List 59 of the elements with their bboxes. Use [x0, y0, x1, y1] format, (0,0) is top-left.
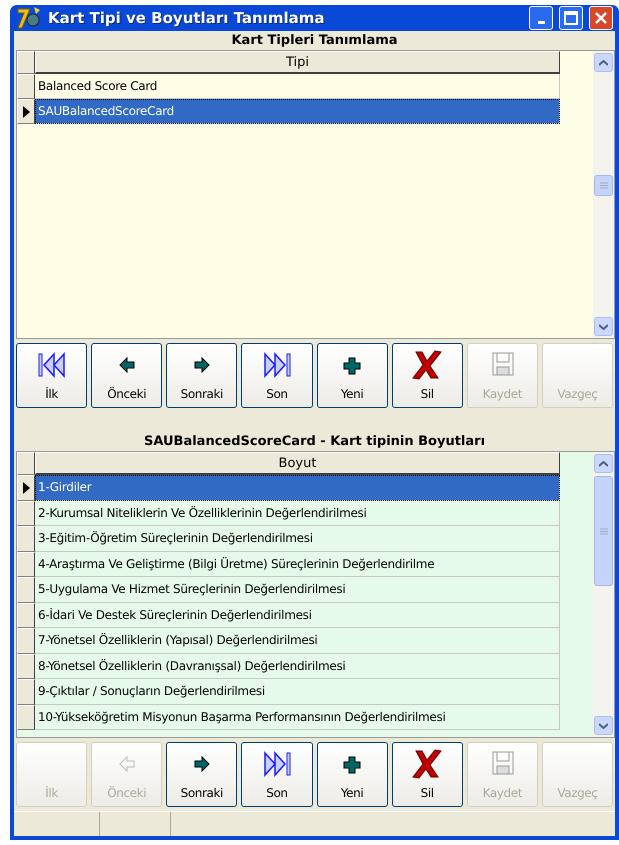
window-title: Kart Tipi ve Boyutları Tanımlama — [48, 9, 326, 27]
delete-icon — [410, 749, 444, 779]
table-cell[interactable]: 3-Eğitim-Öğretim Süreçlerinin Değerlendirilmesi — [35, 526, 560, 552]
minimize-button[interactable] — [529, 6, 553, 30]
toolbar-button[interactable]: Son — [241, 343, 312, 408]
toolbar-button[interactable]: Sil — [392, 742, 463, 807]
table-cell[interactable]: 10-Yükseköğretim Misyonun Başarma Performansının Değerlendirilmesi — [35, 704, 560, 730]
table-cell[interactable]: 9-Çıktılar / Sonuçların Değerlendirilmesi — [35, 679, 560, 704]
row-header-corner — [17, 452, 35, 475]
row-indicator[interactable] — [17, 577, 35, 602]
toolbar-button[interactable]: Önceki — [91, 343, 162, 408]
toolbar-button[interactable]: İlk — [16, 343, 88, 408]
section-title: Kart Tipleri Tanımlama — [230, 32, 399, 50]
row-indicator[interactable] — [17, 704, 35, 730]
row-indicator[interactable] — [17, 679, 35, 704]
row-indicator[interactable] — [17, 475, 35, 500]
delete-icon — [410, 350, 444, 380]
scroll-thumb[interactable] — [594, 175, 613, 196]
scroll-up-button[interactable] — [594, 53, 613, 72]
scroll-up-button[interactable] — [594, 454, 613, 473]
column-header[interactable]: Boyut — [35, 452, 560, 475]
table-cell[interactable]: 5-Uygulama Ve Hizmet Süreçlerinin Değerlendirilmesi — [35, 577, 560, 602]
table-cell[interactable]: 7-Yönetsel Özelliklerin (Yapısal) Değerlendirilmesi — [35, 628, 560, 654]
scroll-down-button[interactable] — [594, 716, 613, 735]
row-indicator[interactable] — [17, 74, 35, 99]
scroll-down-button[interactable] — [594, 317, 613, 336]
row-indicator[interactable] — [17, 552, 35, 577]
table-cell[interactable]: 4-Araştırma Ve Geliştirme (Bilgi Üretme) Süreçlerinin Değerlendirilme — [35, 552, 560, 577]
row-header-corner — [17, 51, 35, 74]
app-logo-icon — [16, 6, 42, 30]
toolbar-button[interactable]: Sonraki — [166, 343, 238, 408]
row-indicator[interactable] — [17, 602, 35, 628]
row-indicator[interactable] — [17, 99, 35, 124]
table-cell[interactable]: 8-Yönetsel Özelliklerin (Davranışsal) Değerlendirilmesi — [35, 654, 560, 679]
vertical-scrollbar[interactable] — [593, 51, 614, 338]
current-row-icon — [22, 106, 30, 118]
close-button[interactable] — [589, 6, 613, 30]
row-indicator[interactable] — [17, 654, 35, 679]
current-row-icon — [22, 482, 30, 494]
close-icon — [594, 11, 608, 25]
scroll-thumb[interactable] — [594, 476, 613, 586]
row-indicator[interactable] — [17, 526, 35, 552]
toolbar-button[interactable]: Sonraki — [166, 742, 238, 807]
table-cell[interactable]: 2-Kurumsal Niteliklerin Ve Özelliklerinin Değerlendirilmesi — [35, 500, 560, 526]
toolbar-button[interactable]: Yeni — [316, 343, 388, 408]
row-indicator[interactable] — [17, 628, 35, 654]
toolbar-button[interactable]: Son — [241, 742, 312, 807]
column-header[interactable]: Tipi — [35, 51, 560, 74]
toolbar-button[interactable]: Sil — [392, 343, 463, 408]
row-indicator[interactable] — [17, 500, 35, 526]
maximize-button[interactable] — [559, 6, 583, 30]
maximize-icon — [564, 11, 578, 25]
table-cell[interactable]: SAUBalancedScoreCard — [35, 99, 560, 124]
table-cell[interactable]: 1-Girdiler — [35, 475, 560, 500]
vertical-scrollbar[interactable] — [593, 452, 614, 737]
minimize-icon — [538, 20, 544, 24]
section-title: SAUBalancedScoreCard - Kart tipinin Boyutları — [142, 433, 486, 451]
table-cell[interactable]: 6-İdari Ve Destek Süreçlerinin Değerlendirilmesi — [35, 602, 560, 628]
toolbar-button[interactable]: Yeni — [316, 742, 388, 807]
